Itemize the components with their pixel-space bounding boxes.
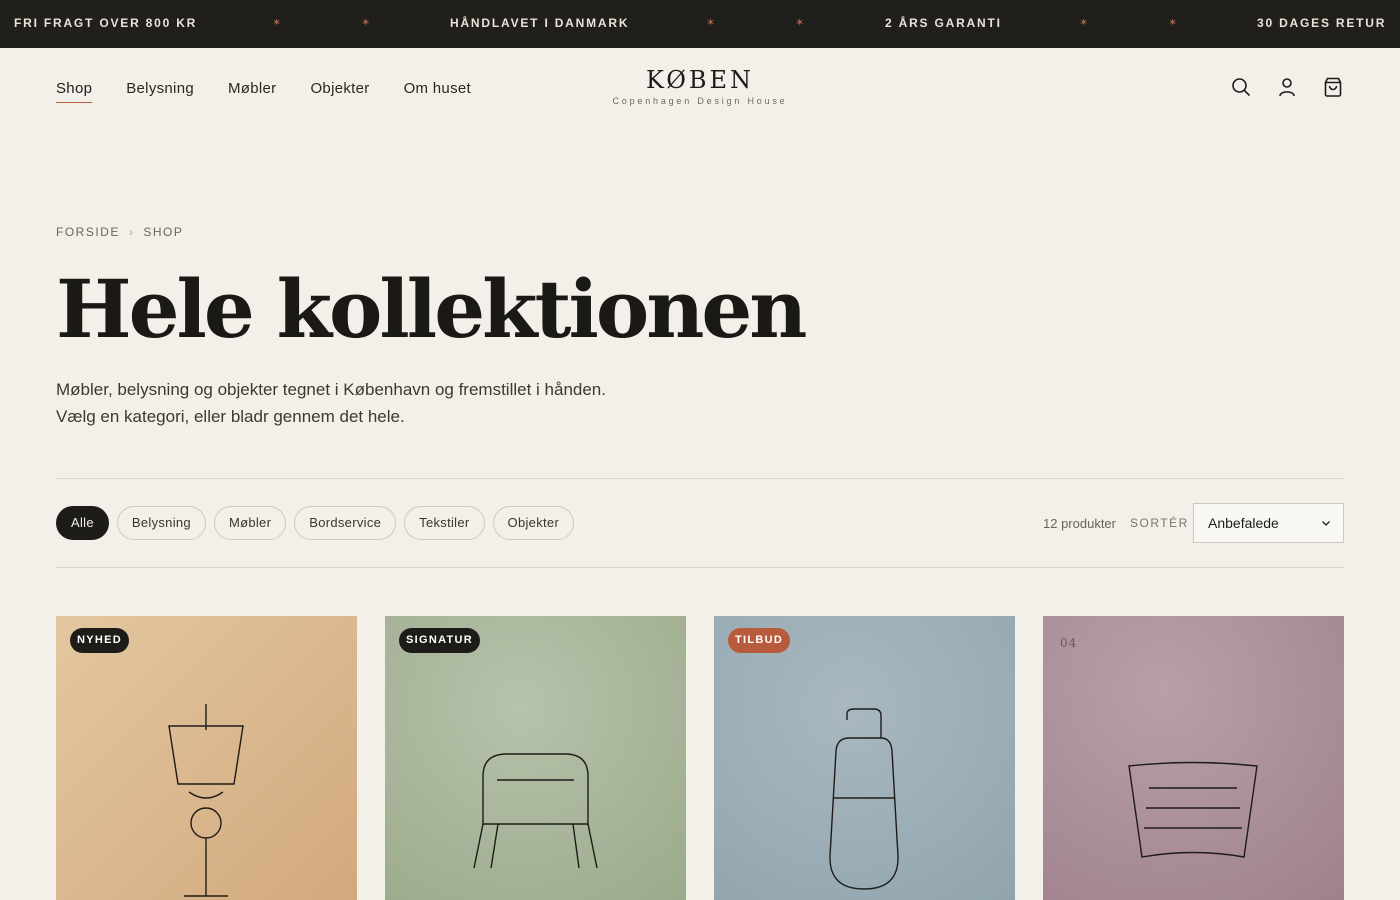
separator-star: ✶ <box>272 17 282 29</box>
pendant-lamp-illustration <box>56 616 357 900</box>
separator-star: ✶ <box>1079 17 1089 29</box>
category-filters: Alle Belysning Møbler Bordservice Teksti… <box>56 506 575 540</box>
product-card[interactable]: 04 <box>1043 616 1344 900</box>
cart-icon[interactable] <box>1322 76 1344 98</box>
filter-chip-objekter[interactable]: Objekter <box>492 506 575 540</box>
product-card[interactable]: NYHED <box>56 616 357 900</box>
badge-new: NYHED <box>70 628 130 653</box>
separator-star: ✶ <box>1168 17 1178 29</box>
page-title: Hele kollektionen <box>56 262 807 356</box>
divider <box>56 478 1344 479</box>
product-card[interactable]: SIGNATUR <box>385 616 686 900</box>
badge-signature: SIGNATUR <box>399 628 481 653</box>
sort-label: SORTÉR <box>1130 516 1189 530</box>
separator-star: ✶ <box>361 17 371 29</box>
product-number: 04 <box>1060 636 1078 650</box>
bottle-vase-illustration <box>714 616 1015 900</box>
brand-tagline: Copenhagen Design House <box>612 96 788 106</box>
brand-name: KØBEN <box>645 66 755 94</box>
filter-chip-tekstiler[interactable]: Tekstiler <box>404 506 485 540</box>
account-icon[interactable] <box>1276 76 1298 98</box>
sort-value: Anbefalede <box>1208 515 1279 531</box>
filter-chip-bordservice[interactable]: Bordservice <box>294 506 397 540</box>
announcement-bar: FRI FRAGT OVER 800 KR ✶ ✶ HÅNDLAVET I DA… <box>0 0 1400 48</box>
announcement-item: 30 DAGES RETUR <box>1257 16 1387 30</box>
brand-logo[interactable]: KØBEN Copenhagen Design House <box>0 66 1400 106</box>
filter-chip-belysning[interactable]: Belysning <box>116 506 206 540</box>
basket-illustration <box>1043 616 1344 900</box>
announcement-item: HÅNDLAVET I DANMARK <box>450 16 630 30</box>
breadcrumb-home[interactable]: FORSIDE <box>56 225 120 239</box>
filter-chip-mobler[interactable]: Møbler <box>213 506 287 540</box>
product-count: 12 produkter <box>1043 516 1116 531</box>
chair-illustration <box>385 616 686 900</box>
separator-star: ✶ <box>706 17 716 29</box>
separator-star: ✶ <box>795 17 805 29</box>
chevron-right-icon: › <box>128 225 135 239</box>
divider <box>56 567 1344 568</box>
announcement-item: FRI FRAGT OVER 800 KR <box>14 16 198 30</box>
badge-sale: TILBUD <box>728 628 791 653</box>
header-actions <box>1230 76 1344 98</box>
chevron-down-icon <box>1322 521 1330 526</box>
page-description: Møbler, belysning og objekter tegnet i K… <box>56 380 606 426</box>
breadcrumb-current: SHOP <box>143 225 184 239</box>
filter-chip-alle[interactable]: Alle <box>56 506 109 540</box>
breadcrumb: FORSIDE › SHOP <box>56 225 183 239</box>
sort-select[interactable]: Anbefalede <box>1193 503 1344 543</box>
product-card[interactable]: TILBUD <box>714 616 1015 900</box>
search-icon[interactable] <box>1230 76 1252 98</box>
announcement-item: 2 ÅRS GARANTI <box>885 16 1002 30</box>
